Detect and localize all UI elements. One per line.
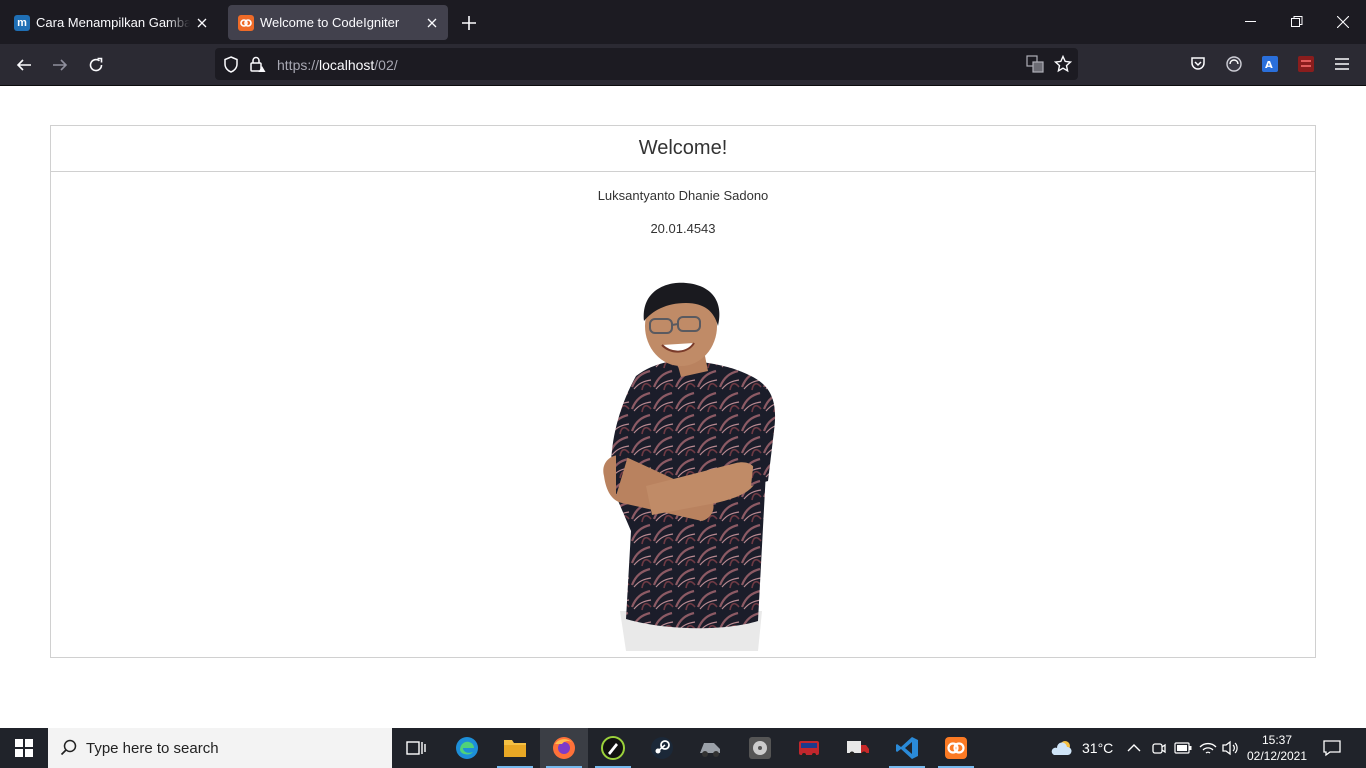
tray-meet-now[interactable]	[1151, 728, 1167, 768]
reload-icon	[89, 57, 103, 72]
tray-wifi[interactable]	[1199, 728, 1217, 768]
page-title: Welcome!	[638, 137, 728, 159]
plus-icon	[462, 16, 476, 30]
close-tab-icon[interactable]	[420, 11, 444, 35]
taskbar-steam[interactable]	[638, 728, 686, 768]
windows-logo-icon	[15, 739, 33, 757]
card-header: Welcome!	[51, 126, 1315, 172]
taskbar-firefox[interactable]	[540, 728, 588, 768]
moodle-favicon-icon: m	[14, 14, 30, 31]
steam-icon	[651, 737, 673, 759]
pen-tool-icon	[601, 736, 625, 760]
start-button[interactable]	[0, 728, 48, 768]
restore-button[interactable]	[1274, 0, 1320, 44]
tab-moodle[interactable]: m Cara Menampilkan Gambar di H	[4, 5, 218, 40]
search-placeholder: Type here to search	[86, 739, 219, 757]
xampp-icon	[945, 737, 967, 759]
tab-title: Cara Menampilkan Gambar di H	[36, 15, 190, 30]
shield-icon[interactable]	[221, 54, 241, 74]
show-hidden-icons-button[interactable]	[1127, 728, 1141, 768]
tray-volume[interactable]	[1221, 728, 1239, 768]
bookmark-star-icon[interactable]	[1053, 54, 1073, 74]
edge-icon	[456, 737, 478, 759]
camera-icon	[1152, 743, 1166, 754]
speaker-icon	[1222, 740, 1238, 756]
wifi-icon	[1199, 742, 1217, 754]
extension-icon[interactable]	[1224, 54, 1244, 74]
vscode-icon	[896, 737, 918, 759]
notification-center-button[interactable]	[1322, 728, 1342, 768]
bus-game-icon	[799, 741, 819, 757]
translator-extension-icon[interactable]: A	[1260, 54, 1280, 74]
firefox-icon	[553, 737, 575, 759]
chevron-up-icon	[1127, 744, 1141, 752]
taskbar-file-explorer[interactable]	[491, 728, 539, 768]
tab-title: Welcome to CodeIgniter	[260, 15, 400, 30]
menu-icon[interactable]	[1332, 54, 1352, 74]
xampp-favicon-icon	[238, 14, 254, 31]
svg-text:A: A	[1265, 60, 1273, 71]
student-name: Luksantyanto Dhanie Sadono	[597, 188, 769, 203]
tray-battery[interactable]	[1174, 728, 1192, 768]
url-scheme: https://	[277, 57, 320, 73]
truck-game-icon	[700, 743, 720, 757]
minimize-icon	[1245, 21, 1256, 22]
taskbar-game-1[interactable]	[687, 728, 735, 768]
arrow-left-icon	[16, 59, 31, 71]
weather-temperature: 31°C	[1082, 740, 1114, 756]
taskbar-vscode[interactable]	[883, 728, 931, 768]
taskbar-xampp[interactable]	[932, 728, 980, 768]
taskbar-search-box[interactable]: Type here to search	[48, 728, 392, 768]
back-button[interactable]	[9, 50, 39, 80]
taskbar-edge[interactable]	[443, 728, 491, 768]
minimize-button[interactable]	[1228, 0, 1274, 44]
taskbar-clock[interactable]: 15:37 02/12/2021	[1246, 728, 1308, 768]
task-view-button[interactable]	[392, 728, 440, 768]
welcome-card: Welcome! Luksantyanto Dhanie Sadono 20.0…	[50, 125, 1316, 658]
url-path: /02/	[374, 57, 398, 73]
clock-time: 15:37	[1261, 733, 1293, 747]
weather-widget[interactable]: 31°C	[1050, 728, 1113, 768]
truck-red-icon	[847, 741, 869, 757]
url-text[interactable]: https://localhost/02/	[277, 57, 398, 73]
red-extension-icon[interactable]	[1296, 54, 1316, 74]
arrow-right-icon	[53, 59, 68, 71]
taskbar-app-green[interactable]	[589, 728, 637, 768]
search-icon	[60, 739, 77, 756]
partly-cloudy-icon	[1051, 741, 1072, 755]
disc-app-icon	[749, 737, 771, 759]
battery-icon	[1174, 742, 1192, 754]
close-tab-icon[interactable]	[190, 11, 214, 35]
close-window-button[interactable]	[1320, 0, 1366, 44]
taskbar-game-2[interactable]	[736, 728, 784, 768]
profile-photo	[603, 282, 776, 651]
pocket-icon[interactable]	[1188, 54, 1208, 74]
lock-warning-icon[interactable]	[247, 54, 267, 74]
tab-codeigniter[interactable]: Welcome to CodeIgniter	[228, 5, 448, 40]
folder-icon	[504, 740, 526, 757]
translate-icon[interactable]	[1025, 54, 1045, 74]
notification-icon	[1323, 740, 1341, 757]
reload-button[interactable]	[81, 50, 111, 80]
close-icon	[1337, 16, 1349, 28]
student-id: 20.01.4543	[650, 221, 716, 236]
clock-date: 02/12/2021	[1246, 749, 1308, 763]
url-host: localhost	[319, 57, 375, 73]
forward-button[interactable]	[45, 50, 75, 80]
taskbar-game-4[interactable]	[834, 728, 882, 768]
new-tab-button[interactable]	[456, 10, 482, 36]
restore-icon	[1291, 16, 1303, 27]
taskbar-game-3[interactable]	[785, 728, 833, 768]
task-view-icon	[406, 741, 426, 755]
